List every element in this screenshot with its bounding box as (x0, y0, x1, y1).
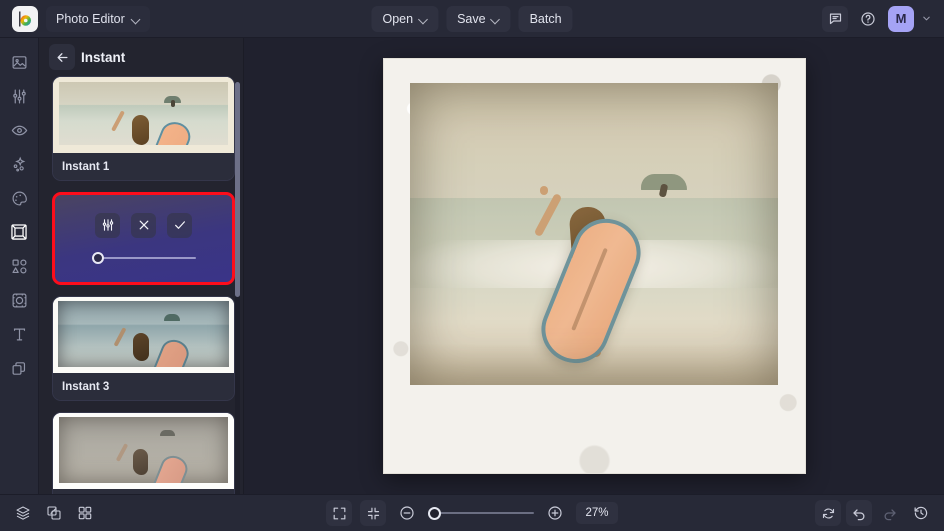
feedback-button[interactable] (822, 5, 848, 32)
chevron-down-icon (419, 15, 427, 23)
preset-label: Instant 1 (53, 153, 234, 180)
sidebar-item-retouch[interactable] (4, 115, 34, 145)
preset-apply-button[interactable] (167, 212, 192, 238)
zoom-slider[interactable] (428, 506, 534, 520)
zoom-out-button[interactable] (394, 500, 420, 526)
list-item[interactable]: Instant 1 (52, 76, 235, 181)
sidebar-item-color[interactable] (4, 183, 34, 213)
slider-knob[interactable] (91, 251, 104, 264)
sidebar-item-shapes[interactable] (4, 251, 34, 281)
preset-thumbnail (53, 77, 234, 153)
compare-button[interactable] (41, 500, 67, 526)
sidebar-item-adjust[interactable] (4, 81, 34, 111)
account-chevron-down-icon[interactable] (921, 13, 932, 24)
preset-list: Instant 1 Instant 3 (39, 76, 243, 494)
sidebar-item-effects[interactable] (4, 149, 34, 179)
list-item-selected[interactable] (52, 192, 235, 285)
panel-title: Instant (81, 49, 126, 65)
chevron-down-icon (132, 15, 140, 23)
view-tools-group (10, 500, 98, 526)
list-item[interactable]: Instant 3 (52, 296, 235, 401)
edited-photo (409, 83, 778, 385)
batch-label: Batch (529, 11, 562, 26)
history-controls (815, 500, 934, 526)
photo-editor-app: Photo Editor Open Save Batch M Instant I… (0, 0, 944, 531)
help-button[interactable] (855, 6, 881, 32)
reset-button[interactable] (815, 500, 841, 526)
grid-button[interactable] (72, 500, 98, 526)
scrollbar-thumb[interactable] (235, 82, 240, 297)
batch-button[interactable]: Batch (518, 5, 573, 32)
preset-intensity-slider[interactable] (91, 251, 196, 265)
zoom-level-value[interactable]: 27% (576, 502, 618, 524)
sidebar-item-frames[interactable] (4, 217, 34, 247)
app-logo-icon[interactable] (12, 5, 38, 32)
bottom-toolbar: 27% (0, 494, 944, 531)
back-button[interactable] (49, 44, 75, 70)
save-button[interactable]: Save (446, 5, 511, 32)
account-group: M (822, 5, 936, 32)
photo-container[interactable] (383, 59, 805, 473)
avatar[interactable]: M (888, 5, 914, 32)
zoom-controls: 27% (326, 500, 618, 526)
preset-cancel-button[interactable] (131, 212, 156, 238)
tool-rail (0, 38, 39, 494)
sidebar-item-stickers[interactable] (4, 285, 34, 315)
preset-edit-actions (95, 212, 192, 238)
app-menu-label: Photo Editor (56, 11, 125, 26)
preset-thumbnail (53, 413, 234, 489)
list-item[interactable]: Instant 4 (52, 412, 235, 494)
fullscreen-button[interactable] (326, 500, 352, 526)
panel-header: Instant (39, 38, 243, 76)
panel-scrollbar[interactable] (235, 82, 240, 522)
undo-button[interactable] (846, 500, 872, 526)
history-button[interactable] (908, 500, 934, 526)
preset-label: Instant 3 (53, 373, 234, 400)
canvas-area[interactable] (244, 38, 944, 494)
slider-track (91, 256, 196, 259)
main-body: Instant Instant 1 Instant 3 (0, 38, 944, 522)
top-toolbar: Photo Editor Open Save Batch M (0, 0, 944, 38)
preset-settings-button[interactable] (95, 212, 120, 238)
layers-stack-button[interactable] (10, 500, 36, 526)
zoom-slider-knob[interactable] (428, 506, 441, 520)
preset-thumbnail (53, 297, 234, 373)
zoom-slider-track (428, 512, 534, 514)
open-label: Open (382, 11, 414, 26)
zoom-in-button[interactable] (542, 500, 568, 526)
open-button[interactable]: Open (371, 5, 439, 32)
sidebar-item-layers[interactable] (4, 353, 34, 383)
chevron-down-icon (492, 15, 500, 23)
preset-panel: Instant Instant 1 Instant 3 (39, 38, 244, 522)
sidebar-item-image[interactable] (4, 47, 34, 77)
file-actions-group: Open Save Batch (371, 5, 573, 32)
save-label: Save (457, 11, 486, 26)
sidebar-item-text[interactable] (4, 319, 34, 349)
photo-content (409, 83, 778, 385)
fit-screen-button[interactable] (360, 500, 386, 526)
redo-button[interactable] (877, 500, 903, 526)
app-menu-dropdown[interactable]: Photo Editor (46, 5, 150, 32)
